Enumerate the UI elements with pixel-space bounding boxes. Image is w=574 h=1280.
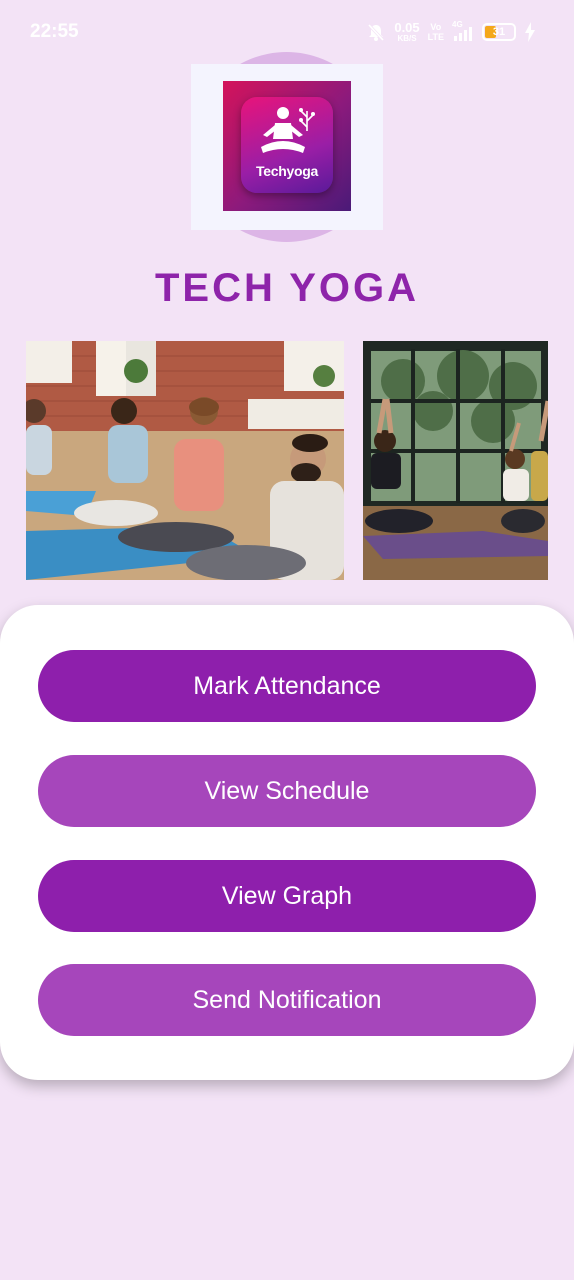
mark-attendance-button[interactable]: Mark Attendance [38,650,536,722]
yoga-studio-illustration [363,341,548,580]
signal-icon [454,27,472,41]
view-graph-button[interactable]: View Graph [38,860,536,932]
network-speed: 0.05 KB/S [394,19,420,43]
yoga-class-illustration [26,341,344,580]
status-icons: 0.05 KB/S Vo LTE 4G 31 [366,20,536,44]
logo-text: Techyoga [256,163,318,179]
volte-indicator: Vo LTE [428,22,444,42]
view-schedule-button[interactable]: View Schedule [38,755,536,827]
network-speed-unit: KB/S [397,33,417,43]
volte-bottom: LTE [427,32,444,42]
volte-top: Vo [430,22,442,32]
logo-gradient-panel: Techyoga [223,81,351,211]
battery-level: 31 [492,26,506,38]
signal-indicator: 4G [452,20,474,43]
charging-bolt-icon [525,22,535,42]
app-logo: Techyoga [191,64,383,230]
network-speed-value: 0.05 [394,19,420,35]
actions-card: Mark Attendance View Schedule View Graph… [0,605,574,1080]
meditating-person-icon [261,107,315,153]
mute-bell-icon [368,23,385,42]
status-time: 22:55 [30,21,79,42]
battery-icon: 31 [482,23,516,41]
yoga-studio-photo [363,341,548,580]
send-notification-button[interactable]: Send Notification [38,964,536,1036]
page-title: TECH YOGA [154,266,420,310]
yoga-class-photo [26,341,344,580]
logo-card: Techyoga [241,97,333,193]
